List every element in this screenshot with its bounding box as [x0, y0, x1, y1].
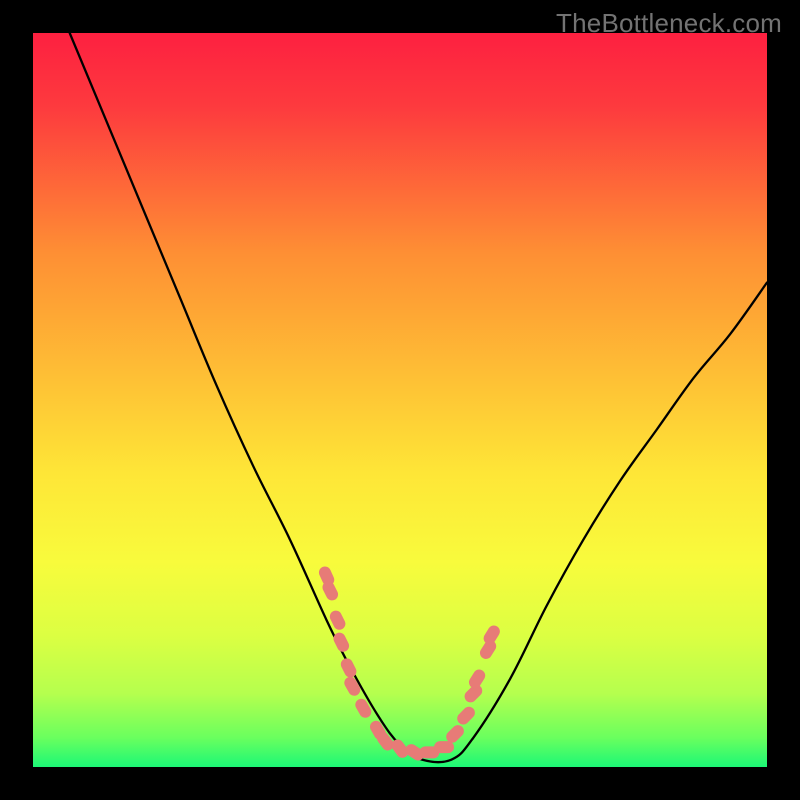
- chart-plot-area: [33, 33, 767, 767]
- chart-svg: [33, 33, 767, 767]
- watermark-text: TheBottleneck.com: [556, 8, 782, 39]
- chart-outer-frame: TheBottleneck.com: [0, 0, 800, 800]
- marker-pill: [434, 741, 454, 753]
- highlight-marker: [434, 741, 454, 753]
- gradient-background: [33, 33, 767, 767]
